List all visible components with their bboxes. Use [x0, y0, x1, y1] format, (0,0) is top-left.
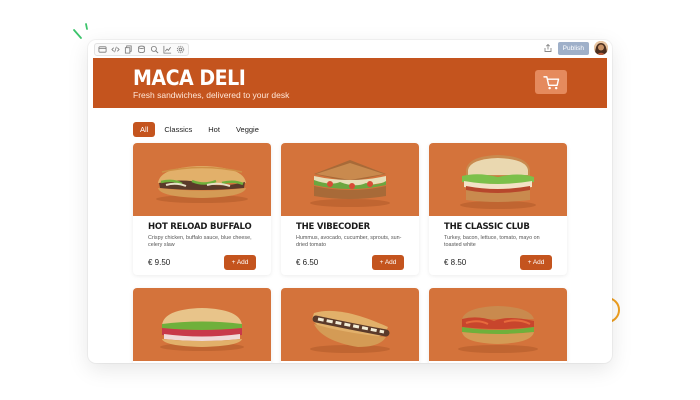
product-price: € 8.50 — [444, 258, 467, 267]
product-card[interactable] — [429, 288, 567, 363]
product-image — [281, 143, 419, 216]
browser-icon[interactable] — [97, 44, 108, 55]
database-icon[interactable] — [136, 44, 147, 55]
filter-all[interactable]: All — [133, 122, 156, 137]
brand-title[interactable]: MACA DELI — [133, 66, 246, 91]
product-name: HOT RELOAD BUFFALO — [148, 222, 252, 232]
product-price: € 6.50 — [296, 258, 319, 267]
filter-hot[interactable]: Hot — [201, 122, 227, 137]
toolbar-actions: Publish — [543, 41, 608, 55]
cart-button[interactable] — [535, 70, 567, 94]
cart-icon — [542, 75, 559, 89]
product-card[interactable]: THE VIBECODER Hummus, avocado, cucumber,… — [281, 143, 419, 275]
add-to-cart-button[interactable]: + Add — [520, 255, 552, 270]
product-card[interactable]: THE CLASSIC CLUB Turkey, bacon, lettuce,… — [429, 143, 567, 275]
header-banner: MACA DELI Fresh sandwiches, delivered to… — [93, 58, 607, 108]
product-card[interactable] — [281, 288, 419, 363]
settings-icon[interactable] — [175, 44, 186, 55]
editor-toolbar: Publish — [88, 40, 612, 58]
product-image — [281, 288, 419, 361]
add-to-cart-button[interactable]: + Add — [224, 255, 256, 270]
pages-icon[interactable] — [123, 44, 134, 55]
product-card[interactable] — [133, 288, 271, 363]
product-description: Turkey, bacon, lettuce, tomato, mayo on … — [444, 235, 540, 248]
product-image — [429, 288, 567, 361]
add-to-cart-button[interactable]: + Add — [372, 255, 404, 270]
filter-veggie[interactable]: Veggie — [229, 122, 266, 137]
product-image — [429, 143, 567, 216]
code-icon[interactable] — [110, 44, 121, 55]
product-image — [133, 288, 271, 361]
app-window: Publish MACA DELI Fresh sandwiches, deli… — [88, 40, 612, 363]
product-name: THE VIBECODER — [296, 222, 370, 232]
product-image — [133, 143, 271, 216]
publish-button[interactable]: Publish — [557, 41, 589, 55]
avatar[interactable] — [594, 41, 608, 55]
brand-tagline: Fresh sandwiches, delivered to your desk — [133, 90, 290, 100]
product-price: € 9.50 — [148, 258, 171, 267]
analytics-icon[interactable] — [162, 44, 173, 55]
category-filters: All Classics Hot Veggie — [133, 122, 266, 137]
canvas: Publish MACA DELI Fresh sandwiches, deli… — [0, 0, 700, 400]
filter-classics[interactable]: Classics — [157, 122, 199, 137]
search-icon[interactable] — [149, 44, 160, 55]
product-description: Crispy chicken, buffalo sauce, blue chee… — [148, 235, 252, 248]
product-name: THE CLASSIC CLUB — [444, 222, 530, 232]
product-card[interactable]: HOT RELOAD BUFFALO Crispy chicken, buffa… — [133, 143, 271, 275]
tool-group — [94, 43, 189, 56]
product-description: Hummus, avocado, cucumber, sprouts, sun-… — [296, 235, 402, 248]
sparkle-decoration — [73, 23, 88, 39]
export-icon[interactable] — [543, 43, 553, 53]
